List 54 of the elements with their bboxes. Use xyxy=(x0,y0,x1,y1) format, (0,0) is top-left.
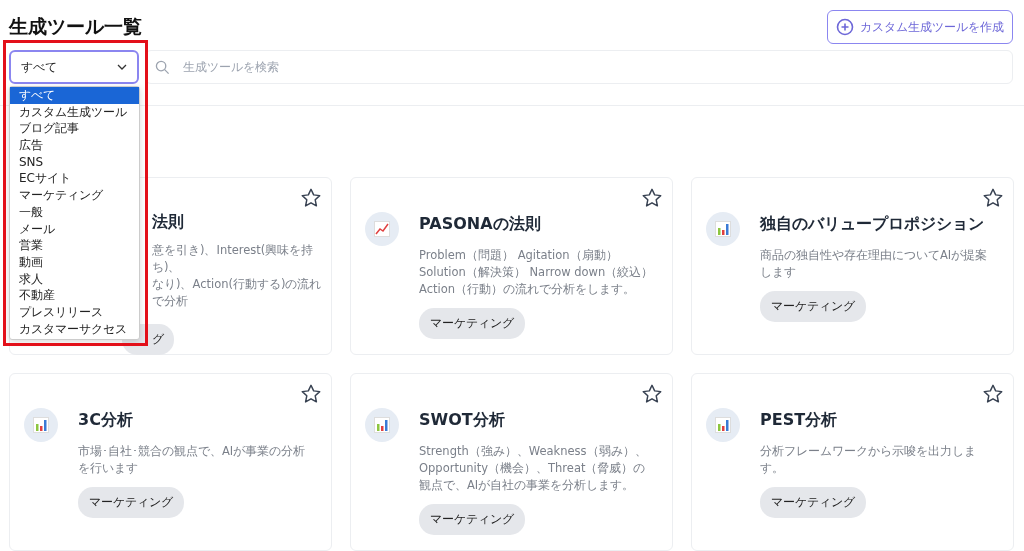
dropdown-option[interactable]: すべて xyxy=(10,87,139,104)
dropdown-option[interactable]: メール xyxy=(10,220,139,238)
star-button[interactable] xyxy=(982,383,1004,405)
tool-title: SWOT分析 xyxy=(419,410,505,431)
tool-card[interactable]: SWOT分析 Strength（強み）、Weakness（弱み）、Opportunity（機会）、Threat（脅威）の観点で、AIが自社の事業を分析します。 マーケティング xyxy=(350,373,673,551)
star-button[interactable] xyxy=(982,187,1004,209)
star-button[interactable] xyxy=(300,383,322,405)
bar-chart-icon xyxy=(374,417,390,433)
tool-description: 意を引き)、Interest(興味を持ち)、 xyxy=(152,242,315,276)
tool-card[interactable]: PASONAの法則 Problem（問題） Agitation（扇動） Solution（解決策） Narrow down（絞込） Action（行動）の流れで分析をします。 マーケティング xyxy=(350,177,673,355)
tool-description: 市場･自社･競合の観点で、AIが事業の分析を行います xyxy=(78,443,307,477)
dropdown-option[interactable]: マーケティング xyxy=(10,187,139,204)
tool-title: PASONAの法則 xyxy=(419,214,541,235)
dropdown-option[interactable]: カスタム生成ツール xyxy=(10,103,139,121)
dropdown-option[interactable]: 営業 xyxy=(10,237,139,254)
tool-card[interactable]: 3C分析 市場･自社･競合の観点で、AIが事業の分析を行います マーケティング xyxy=(9,373,332,551)
line-chart-icon xyxy=(374,221,390,237)
tool-description: Strength（強み）、Weakness（弱み）、Opportunity（機会）、Threat（脅威）の観点で、AIが自社の事業を分析します。 xyxy=(419,443,648,494)
dropdown-option[interactable]: SNS xyxy=(10,153,139,171)
plus-circle-icon xyxy=(836,18,854,36)
tool-description: 分析フレームワークから示唆を出力します。 xyxy=(760,443,977,477)
category-tag: マーケティング xyxy=(760,487,866,518)
bar-chart-icon xyxy=(715,417,731,433)
category-tag: マーケティング xyxy=(419,504,525,535)
dropdown-option[interactable]: プレスリリース xyxy=(10,303,139,321)
chevron-down-icon xyxy=(117,64,127,70)
category-tag: マーケティング xyxy=(78,487,184,518)
bar-chart-icon xyxy=(715,221,731,237)
dropdown-option[interactable]: 一般 xyxy=(10,203,139,221)
tool-title: 法則 xyxy=(152,212,184,233)
search-field[interactable]: 生成ツールを検索 xyxy=(145,50,1013,84)
search-icon xyxy=(155,60,170,75)
category-tag: マーケティング xyxy=(419,308,525,339)
tool-description: なり)、Action(行動する)の流れで分析 xyxy=(152,276,323,310)
tool-card[interactable]: 独自のバリュープロポジション 商品の独自性や存在理由についてAIが提案します マーケティング xyxy=(691,177,1014,355)
tool-card[interactable]: PEST分析 分析フレームワークから示唆を出力します。 マーケティング xyxy=(691,373,1014,551)
page-title: 生成ツール一覧 xyxy=(9,14,142,39)
tool-title: 3C分析 xyxy=(78,410,133,431)
create-custom-tool-button[interactable]: カスタム生成ツールを作成 xyxy=(827,10,1013,44)
dropdown-option[interactable]: ブログ記事 xyxy=(10,120,139,138)
dropdown-option[interactable]: 動画 xyxy=(10,253,139,271)
tool-description: Problem（問題） Agitation（扇動） Solution（解決策） Narrow down（絞込） Action（行動）の流れで分析をします。 xyxy=(419,247,655,298)
tool-title: PEST分析 xyxy=(760,410,838,431)
star-button[interactable] xyxy=(641,383,663,405)
star-button[interactable] xyxy=(300,187,322,209)
dropdown-option[interactable]: 不動産 xyxy=(10,287,139,304)
tool-description: 商品の独自性や存在理由についてAIが提案します xyxy=(760,247,989,281)
dropdown-option[interactable]: 広告 xyxy=(10,137,139,154)
category-tag: マーケティング xyxy=(760,291,866,322)
tool-title: 独自のバリュープロポジション xyxy=(760,214,984,235)
category-select[interactable]: すべて xyxy=(9,50,139,84)
bar-chart-icon xyxy=(33,417,49,433)
star-button[interactable] xyxy=(641,187,663,209)
dropdown-option[interactable]: 求人 xyxy=(10,270,139,288)
